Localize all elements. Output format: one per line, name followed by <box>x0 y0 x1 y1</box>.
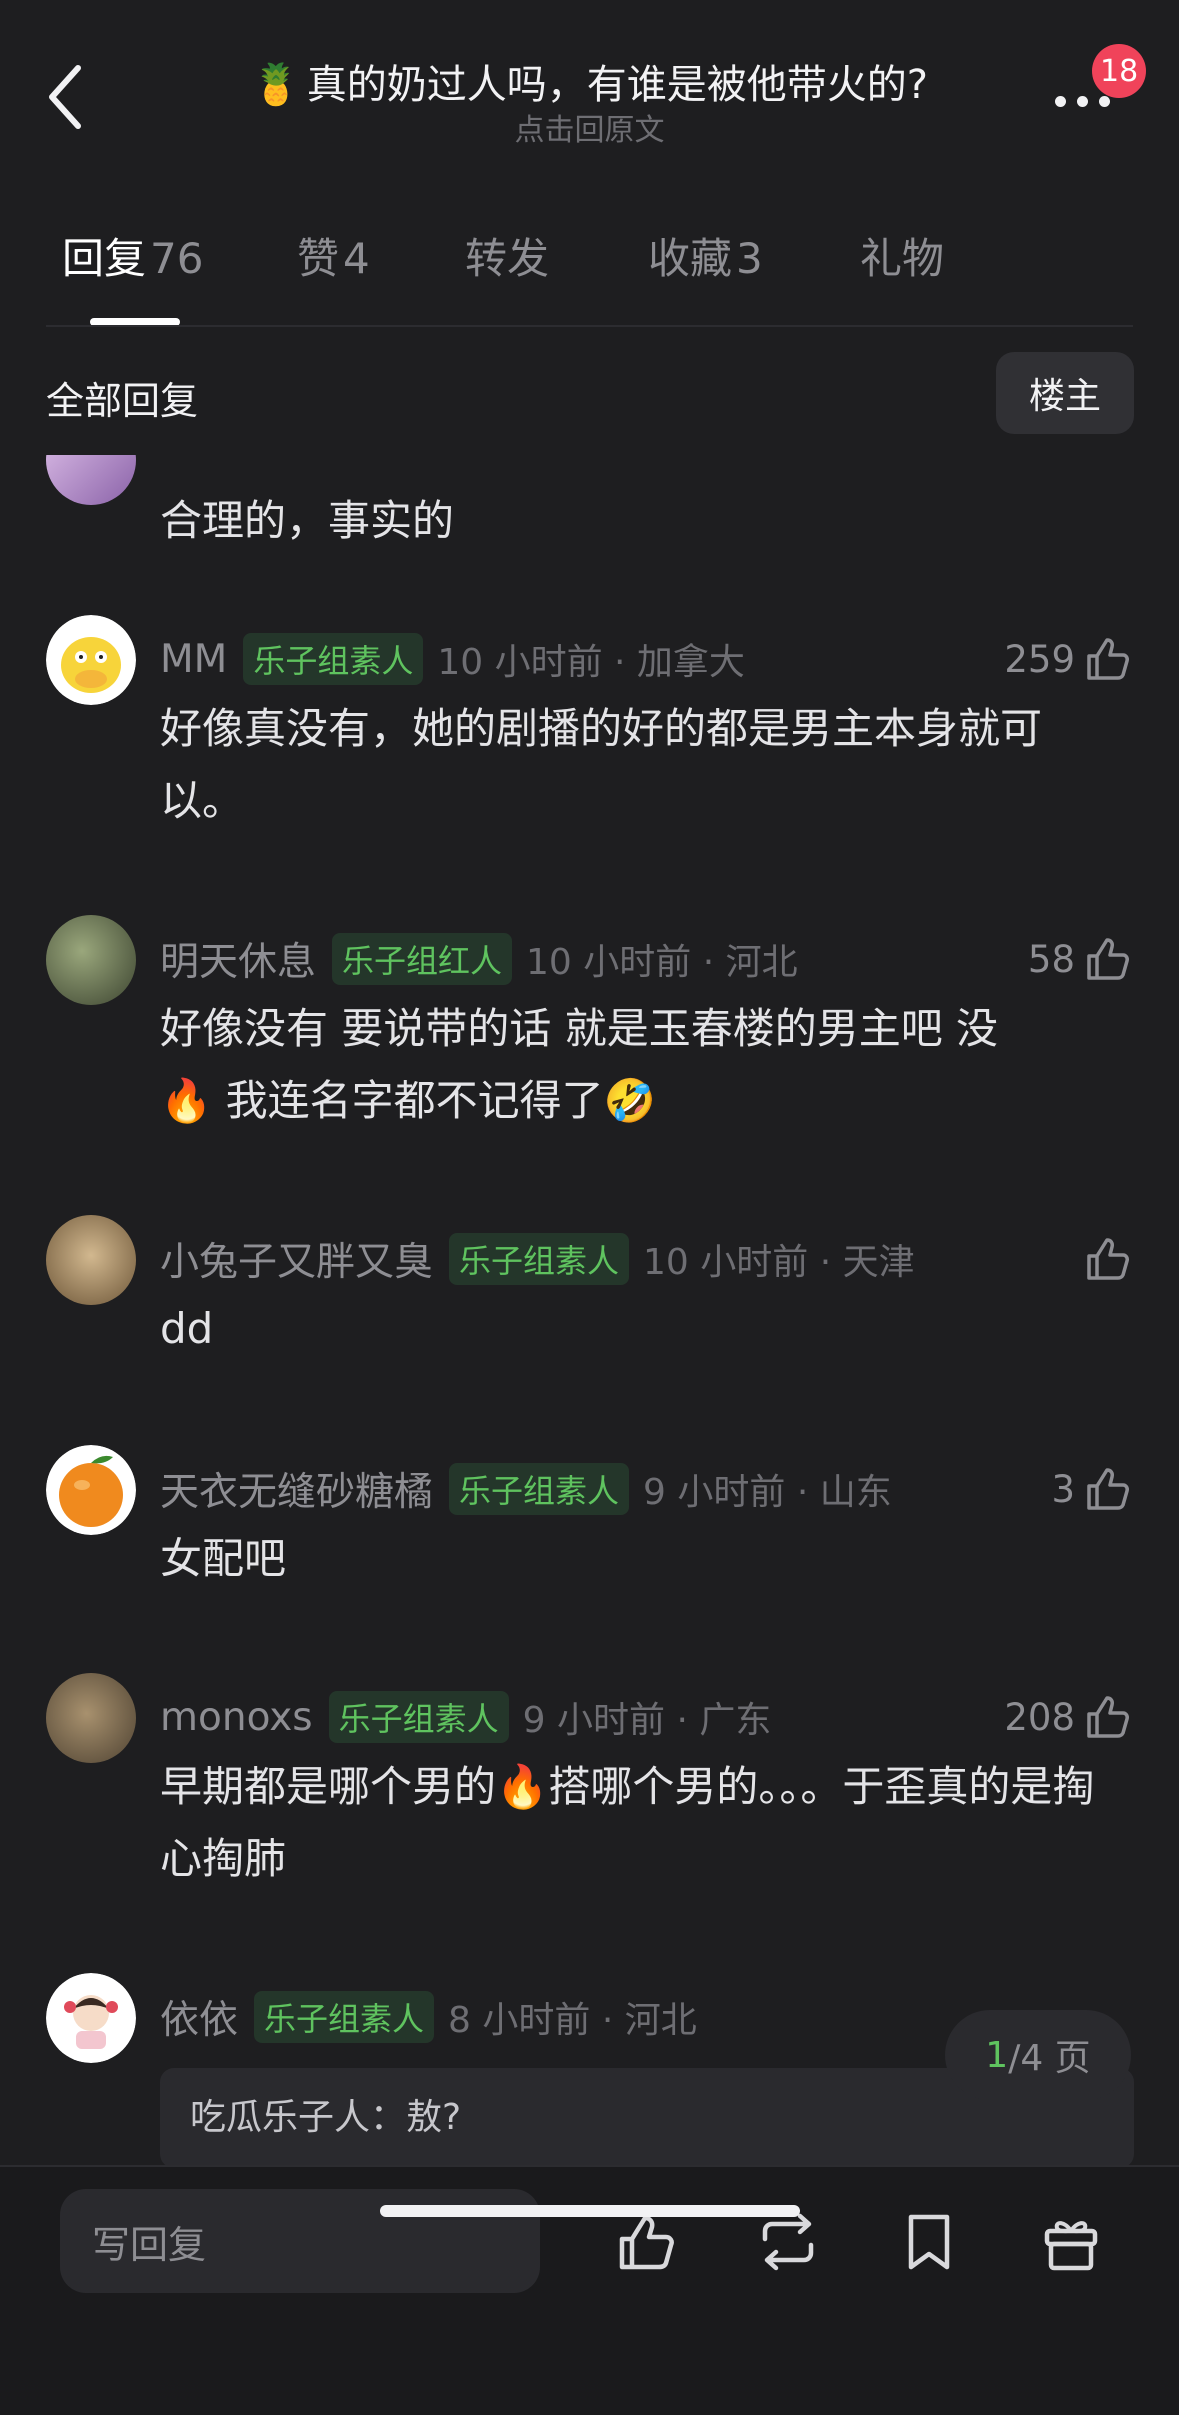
current-page: 1 <box>985 2034 1009 2076</box>
like-button[interactable]: 58 <box>1028 931 1133 987</box>
username[interactable]: 依依 <box>160 1989 238 2045</box>
tab-reposts[interactable]: 转发 <box>465 225 549 286</box>
like-count: 58 <box>1027 937 1075 981</box>
fire-emoji-icon: 🔥 <box>160 1076 213 1125</box>
avatar[interactable] <box>46 1445 136 1535</box>
home-indicator <box>380 2205 800 2217</box>
avatar[interactable] <box>46 455 136 505</box>
tab-label: 收藏 <box>648 234 733 283</box>
page-indicator[interactable]: 1/4 页 <box>945 2010 1131 2100</box>
tab-label: 转发 <box>465 234 550 283</box>
thumb-up-icon <box>1087 638 1129 680</box>
user-group-tag: 乐子组素人 <box>328 1691 509 1743</box>
top-nav-bar: 🍍 真的奶过人吗，有谁是被他带火的? 点击回原文 18 <box>0 0 1179 175</box>
comment-text-part: 早期都是哪个男的 <box>160 1762 497 1811</box>
thumb-up-icon <box>1087 1696 1129 1738</box>
post-title[interactable]: 🍍 真的奶过人吗，有谁是被他带火的? <box>0 52 1179 110</box>
tab-label: 赞 <box>297 234 340 283</box>
time-location: 10 小时前 · 河北 <box>526 942 798 983</box>
comment-text: 合理的，事实的 <box>160 496 455 545</box>
gift-icon[interactable] <box>1038 2209 1104 2275</box>
tabs-divider <box>46 325 1133 327</box>
avatar[interactable] <box>46 1673 136 1763</box>
tab-count: 4 <box>343 234 370 283</box>
time-location: 10 小时前 · 加拿大 <box>437 642 745 683</box>
bookmark-icon[interactable] <box>896 2209 962 2275</box>
repost-icon[interactable] <box>755 2209 821 2275</box>
comment-meta: 依依 乐子组素人 8 小时前 · 河北 <box>160 1991 697 2043</box>
like-count: 259 <box>1004 637 1075 681</box>
like-button[interactable]: 3 <box>1051 1461 1133 1517</box>
op-only-button[interactable]: 楼主 <box>996 352 1134 434</box>
avatar[interactable] <box>46 1215 136 1305</box>
thumb-up-icon <box>1087 1468 1129 1510</box>
user-group-tag: 乐子组素人 <box>243 633 424 685</box>
comment-text: 好像没有 要说带的话 就是玉春楼的男主吧 没 🔥 我连名字都不记得了🤣 <box>160 993 1120 1137</box>
more-dot <box>1099 95 1110 107</box>
like-button[interactable]: 208 <box>1004 1689 1133 1745</box>
tab-likes[interactable]: 赞4 <box>297 225 370 286</box>
comment-meta: monoxs 乐子组素人 9 小时前 · 广东 <box>160 1691 771 1743</box>
comment-text: 好像真没有，她的剧播的好的都是男主本身就可以。 <box>160 704 1043 825</box>
comment-meta: MM 乐子组素人 10 小时前 · 加拿大 <box>160 633 745 685</box>
like-count: 3 <box>1051 1467 1075 1511</box>
comment-text: dd <box>160 1304 214 1353</box>
thumb-up-icon <box>1087 938 1129 980</box>
post-title-text: 真的奶过人吗，有谁是被他带火的? <box>306 62 929 108</box>
interaction-tabs: 回复76 赞4 转发 收藏3 礼物 <box>0 225 1179 326</box>
tab-count: 76 <box>150 234 204 283</box>
tab-replies[interactable]: 回复76 <box>62 225 203 286</box>
username[interactable]: 天衣无缝砂糖橘 <box>160 1461 433 1517</box>
thumb-up-icon <box>1087 1238 1129 1280</box>
like-button[interactable]: 259 <box>1004 631 1133 687</box>
back-to-original-link[interactable]: 点击回原文 <box>0 105 1179 149</box>
tab-label: 礼物 <box>860 234 945 283</box>
comment-list: 合理的，事实的 MM 乐子组素人 10 小时前 · 加拿大 259 好像真没有，… <box>0 455 1179 2165</box>
thumb-up-icon[interactable] <box>614 2209 680 2275</box>
username[interactable]: 明天休息 <box>160 931 316 987</box>
time-location: 9 小时前 · 山东 <box>643 1472 892 1513</box>
username[interactable]: MM <box>160 637 227 682</box>
avatar[interactable] <box>46 915 136 1005</box>
time-location: 8 小时前 · 河北 <box>448 2000 697 2041</box>
tab-label: 回复 <box>62 234 147 283</box>
notification-badge: 18 <box>1092 44 1147 98</box>
all-replies-label: 全部回复 <box>46 379 199 423</box>
user-group-tag: 乐子组素人 <box>254 1991 435 2043</box>
comment-text: 早期都是哪个男的🔥搭哪个男的。。。于歪真的是掏心掏肺 <box>160 1751 1120 1895</box>
tab-count: 3 <box>736 234 763 283</box>
tab-gifts[interactable]: 礼物 <box>860 225 944 286</box>
user-group-tag: 乐子组素人 <box>449 1233 630 1285</box>
avatar[interactable] <box>46 1973 136 2063</box>
comment-text-part: 好像没有 要说带的话 就是玉春楼的男主吧 没 <box>160 1004 999 1053</box>
comment-meta: 天衣无缝砂糖橘 乐子组素人 9 小时前 · 山东 <box>160 1463 892 1515</box>
more-dot <box>1077 95 1088 107</box>
username[interactable]: 小兔子又胖又臭 <box>160 1231 433 1287</box>
comment-text: 女配吧 <box>160 1534 287 1583</box>
like-count: 208 <box>1004 1695 1075 1739</box>
comment-text-part: 我连名字都不记得了 <box>212 1076 604 1125</box>
time-location: 10 小时前 · 天津 <box>643 1242 915 1283</box>
like-button[interactable] <box>1083 1231 1133 1287</box>
pineapple-icon: 🍍 <box>250 62 301 108</box>
user-group-tag: 乐子组红人 <box>332 933 513 985</box>
tab-favorites[interactable]: 收藏3 <box>648 225 763 286</box>
comment-meta: 小兔子又胖又臭 乐子组素人 10 小时前 · 天津 <box>160 1233 915 1285</box>
avatar[interactable] <box>46 615 136 705</box>
fire-emoji-icon: 🔥 <box>496 1762 549 1811</box>
time-location: 9 小时前 · 广东 <box>522 1700 772 1741</box>
comment-meta: 明天休息 乐子组红人 10 小时前 · 河北 <box>160 933 798 985</box>
username[interactable]: monoxs <box>160 1695 313 1740</box>
bottom-action-bar: 写回复 <box>0 2165 1179 2415</box>
user-group-tag: 乐子组素人 <box>449 1463 630 1515</box>
laughing-emoji-icon: 🤣 <box>603 1076 656 1125</box>
more-dot <box>1055 95 1066 107</box>
total-pages: /4 页 <box>1008 2038 1091 2079</box>
